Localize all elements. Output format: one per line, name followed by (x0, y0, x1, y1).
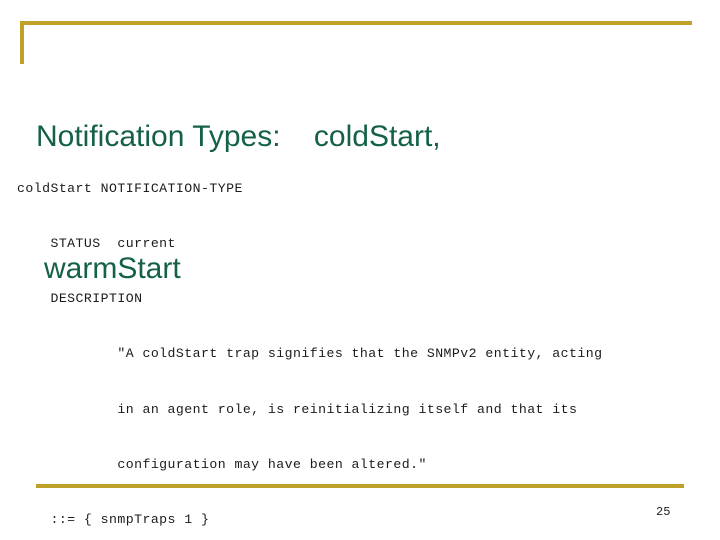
coldstart-description-line-2: in an agent role, is reinitializing itse… (17, 401, 578, 417)
slide-canvas: Notification Types: coldStart, warmStart… (0, 0, 720, 540)
notification-type-code-block: coldStart NOTIFICATION-TYPE STATUS curre… (17, 143, 717, 540)
footer-rule (36, 484, 684, 488)
title-left-accent-bar (20, 21, 24, 64)
coldstart-definition: coldStart NOTIFICATION-TYPE (17, 180, 243, 196)
coldstart-status-line: STATUS current (17, 236, 176, 252)
title-top-rule (20, 21, 692, 25)
coldstart-description-line-3: configuration may have been altered." (17, 456, 427, 472)
coldstart-description-line-1: "A coldStart trap signifies that the SNM… (17, 346, 603, 362)
page-number: 25 (656, 505, 671, 519)
coldstart-description-keyword: DESCRIPTION (17, 291, 143, 307)
coldstart-oid-assignment: ::= { snmpTraps 1 } (17, 512, 210, 528)
